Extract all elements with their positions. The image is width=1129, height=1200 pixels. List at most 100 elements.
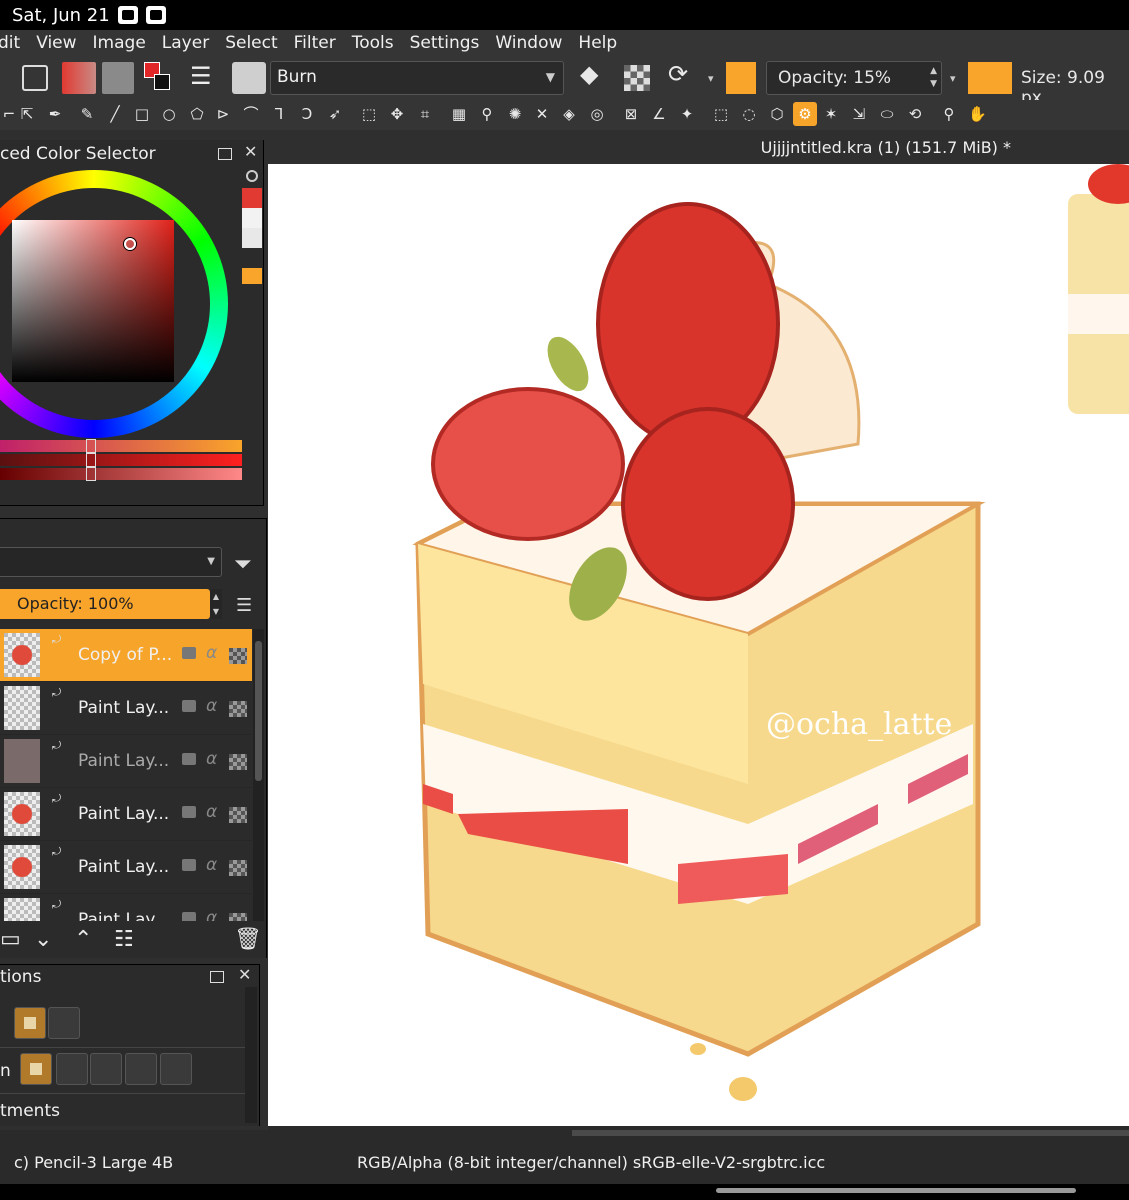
menu-view[interactable]: View [36, 33, 76, 53]
pan-tool-icon[interactable]: ✋ [968, 105, 987, 123]
value-slider[interactable] [0, 467, 242, 481]
edit-shape-icon[interactable]: ⇱ [18, 105, 36, 123]
layer-row[interactable]: ⤾ Copy of P... α [0, 629, 252, 682]
freehand-path-icon[interactable]: Ꞁ [270, 105, 288, 123]
layer-row[interactable]: ⤾ Paint Lay... α [0, 841, 252, 894]
calligraphy-icon[interactable]: ✒ [46, 105, 64, 123]
foreground-color-button[interactable] [726, 62, 756, 94]
menu-icon[interactable]: ☰ [236, 595, 252, 616]
menu-window[interactable]: Window [495, 33, 562, 53]
multibrush-icon[interactable]: ➶ [326, 105, 344, 123]
history-swatch[interactable] [242, 188, 262, 208]
document-title[interactable]: Ujjjjntitled.kra (1) (151.7 MiB) * [761, 138, 1011, 157]
text-tool-icon[interactable]: ⌐ [0, 105, 18, 123]
ellipse-select-icon[interactable]: ◌ [740, 105, 758, 123]
add-layer-icon[interactable]: ▭ [0, 927, 21, 952]
color-picker-icon[interactable]: ⚲ [478, 105, 496, 123]
spin-arrows-icon[interactable]: ▲ ▼ [210, 589, 222, 619]
line-tool-icon[interactable]: ╱ [106, 105, 124, 123]
chevron-down-icon[interactable]: ▾ [950, 72, 956, 85]
menu-layer[interactable]: Layer [162, 33, 209, 53]
alpha-lock-icon[interactable]: α [206, 908, 217, 921]
action-symmetric[interactable] [160, 1053, 192, 1085]
ellipse-tool-icon[interactable]: ○ [160, 105, 178, 123]
move-up-icon[interactable]: ⌃ [74, 927, 92, 952]
layer-row[interactable]: ⤾ Paint Lay... α [0, 735, 252, 788]
magnetic-select-icon[interactable]: ⟲ [906, 105, 924, 123]
fill-tool-icon[interactable]: ◈ [560, 105, 578, 123]
blend-mode-select[interactable]: Burn ▼ [270, 61, 564, 95]
saturation-value-square[interactable] [12, 220, 174, 382]
brush-preset-label[interactable]: c) Pencil-3 Large 4B [14, 1153, 173, 1172]
polygon-tool-icon[interactable]: ⬠ [188, 105, 206, 123]
hue-slider[interactable] [0, 439, 242, 453]
layer-row[interactable]: ⤾ Paint Lay α [0, 894, 252, 921]
layer-blend-mode-select[interactable]: ▼ [0, 547, 222, 577]
layer-row[interactable]: ⤾ Paint Lay... α [0, 682, 252, 735]
enclose-fill-icon[interactable]: ◎ [588, 105, 606, 123]
action-subtract[interactable] [125, 1053, 157, 1085]
close-icon[interactable]: ✕ [244, 142, 257, 161]
move-tool-icon[interactable]: ✥ [388, 105, 406, 123]
smart-patch-icon[interactable]: ✺ [506, 105, 524, 123]
scrollbar-thumb[interactable] [572, 1130, 1129, 1136]
history-swatch[interactable] [242, 268, 262, 284]
chevron-down-icon[interactable]: ▾ [708, 72, 714, 85]
float-panel-icon[interactable] [210, 971, 224, 983]
slider-handle[interactable] [86, 439, 96, 453]
menu-select[interactable]: Select [225, 33, 277, 53]
menu-help[interactable]: Help [578, 33, 617, 53]
menu-filter[interactable]: Filter [294, 33, 336, 53]
slider-handle[interactable] [86, 453, 96, 467]
crop-tool-icon[interactable]: ⌗ [416, 105, 434, 123]
polygon-select-icon[interactable]: ⬡ [768, 105, 786, 123]
delete-icon[interactable]: 🗑 [234, 927, 262, 952]
canvas[interactable]: @ocha_latte [268, 164, 1129, 1130]
transform-tool-icon[interactable]: ⬚ [360, 105, 378, 123]
save-icon[interactable] [22, 65, 48, 91]
bezier-select-icon[interactable]: ⬭ [878, 105, 896, 123]
slider-handle[interactable] [86, 467, 96, 481]
angle-tool-icon[interactable]: ∠ [650, 105, 668, 123]
lock-icon[interactable] [182, 753, 196, 765]
preserve-alpha-icon[interactable] [624, 65, 650, 91]
dynamic-brush-icon[interactable]: Ɔ [298, 105, 316, 123]
layer-row[interactable]: ⤾ Paint Lay... α [0, 788, 252, 841]
inherit-alpha-icon[interactable] [229, 860, 247, 876]
gradient-swatch[interactable] [62, 62, 96, 94]
inherit-alpha-icon[interactable] [229, 701, 247, 717]
saturation-slider[interactable] [0, 453, 242, 467]
inherit-alpha-icon[interactable] [229, 913, 247, 921]
color-profile-label[interactable]: RGB/Alpha (8-bit integer/channel) sRGB-e… [357, 1153, 825, 1172]
fg-bg-color-icon[interactable] [144, 62, 178, 94]
alpha-lock-icon[interactable]: α [206, 855, 217, 875]
alpha-lock-icon[interactable]: α [206, 643, 217, 663]
measure-tool-icon[interactable]: ⊠ [622, 105, 640, 123]
filter-icon[interactable]: ⏷ [234, 552, 252, 577]
selection-mode-pixel[interactable] [14, 1007, 46, 1039]
move-down-icon[interactable]: ⌄ [34, 927, 52, 952]
rectangle-tool-icon[interactable]: □ [133, 105, 151, 123]
menu-tools[interactable]: Tools [352, 33, 394, 53]
inherit-alpha-icon[interactable] [229, 754, 247, 770]
action-intersect[interactable] [56, 1053, 88, 1085]
lock-icon[interactable] [182, 647, 196, 659]
opacity-slider[interactable]: Opacity: 15% ▲ ▼ [766, 61, 942, 95]
alpha-lock-icon[interactable]: α [206, 749, 217, 769]
alpha-lock-icon[interactable]: α [206, 802, 217, 822]
magic-wand-icon[interactable]: ✶ [822, 105, 840, 123]
options-scrollbar[interactable] [245, 987, 257, 1123]
zoom-tool-icon[interactable]: ⚲ [940, 105, 958, 123]
layer-opacity-slider[interactable]: Opacity: 100% [0, 589, 210, 619]
horizontal-scrollbar[interactable] [268, 1126, 1129, 1140]
action-replace[interactable] [20, 1053, 52, 1085]
gesture-handle[interactable] [716, 1188, 1076, 1193]
reference-pin-icon[interactable]: ✦ [678, 105, 696, 123]
inherit-alpha-icon[interactable] [229, 807, 247, 823]
selection-mode-vector[interactable] [48, 1007, 80, 1039]
menu-settings[interactable]: Settings [410, 33, 480, 53]
lock-icon[interactable] [182, 859, 196, 871]
alpha-lock-icon[interactable]: α [206, 696, 217, 716]
eraser-mode-icon[interactable]: ◆ [580, 60, 608, 92]
no-color-icon[interactable] [246, 170, 258, 182]
